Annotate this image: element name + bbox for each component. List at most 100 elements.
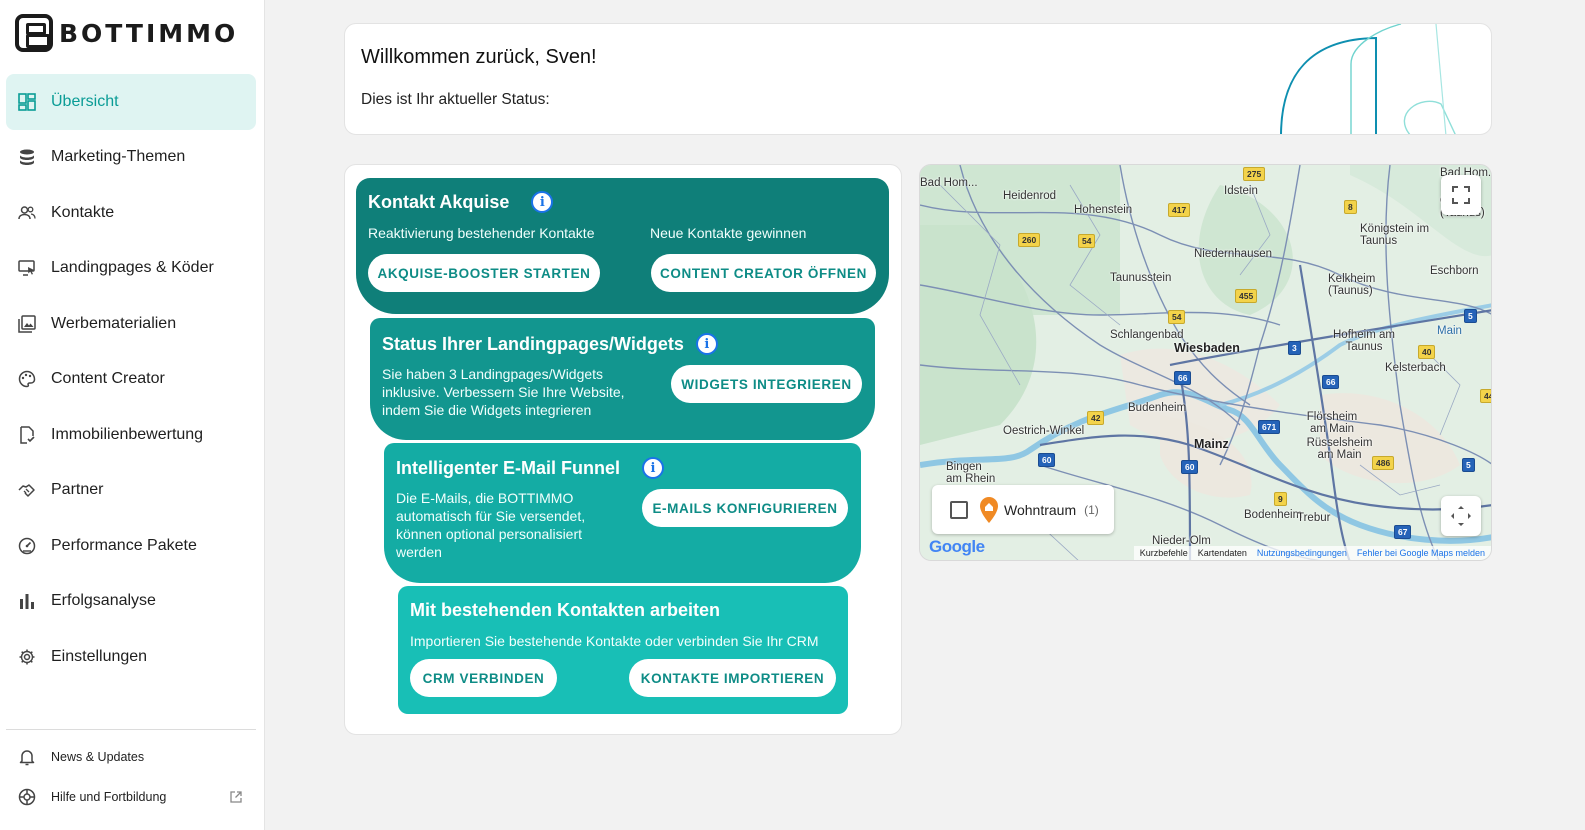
- people-icon: [18, 204, 36, 222]
- content-creator-button[interactable]: CONTENT CREATOR ÖFFNEN: [651, 254, 876, 292]
- sidebar-item-label: Partner: [51, 481, 104, 499]
- info-icon[interactable]: i: [642, 457, 665, 479]
- sidebar-item-kontakte[interactable]: Kontakte: [6, 185, 256, 241]
- map-data-link[interactable]: Kartendaten: [1198, 548, 1247, 558]
- news-label: News & Updates: [51, 750, 145, 764]
- handshake-icon: [18, 481, 36, 499]
- emails-configure-button[interactable]: E-MAILS KONFIGURIEREN: [642, 489, 848, 527]
- map-report-link[interactable]: Fehler bei Google Maps melden: [1357, 548, 1485, 558]
- map-place-label: Idstein: [1224, 185, 1258, 197]
- step-text: Sie haben 3 Landingpages/Widgets inklusi…: [382, 366, 625, 418]
- map-place-label: Königstein im Taunus: [1360, 223, 1430, 247]
- step-title: Kontakt Akquise: [368, 191, 510, 212]
- sidebar-news-updates[interactable]: News & Updates: [18, 748, 243, 766]
- monitor-pointer-icon: [18, 259, 36, 277]
- bell-icon: [18, 748, 36, 766]
- sidebar-divider: [6, 729, 256, 730]
- sidebar-item-marketing-themen[interactable]: Marketing-Themen: [6, 130, 256, 186]
- map-place-label: Kelkheim (Taunus): [1328, 273, 1376, 297]
- widgets-integrate-button[interactable]: WIDGETS INTEGRIEREN: [671, 365, 862, 403]
- map-place-label: Hofheim am Taunus: [1333, 329, 1395, 353]
- database-icon: [18, 148, 36, 166]
- map-pin-icon: [980, 496, 998, 523]
- contacts-import-button[interactable]: KONTAKTE IMPORTIEREN: [629, 659, 836, 697]
- palette-icon: [18, 370, 36, 388]
- brand-logo[interactable]: BOTTIMMO: [15, 14, 238, 52]
- legend-label: Wohntraum: [1004, 501, 1077, 518]
- move-arrows-icon: [1451, 506, 1471, 526]
- dashboard-icon: [18, 92, 36, 111]
- google-logo: Google: [929, 537, 985, 556]
- gear-icon: [18, 648, 36, 666]
- sidebar-item-erfolgsanalyse[interactable]: Erfolgsanalyse: [6, 574, 256, 630]
- map-place-label: Kelsterbach: [1385, 362, 1446, 374]
- funnel-step-existing-contacts: Mit bestehenden Kontakten arbeiten Impor…: [398, 586, 848, 714]
- sidebar-item-label: Landingpages & Köder: [51, 259, 214, 277]
- image-gallery-icon: [18, 315, 36, 333]
- decorative-lines-icon: [1280, 24, 1456, 134]
- sidebar-item-label: Marketing-Themen: [51, 148, 186, 166]
- sidebar: BOTTIMMO Übersicht Marketing-Themen Kont…: [0, 0, 265, 830]
- sidebar-item-label: Werbematerialien: [51, 314, 177, 332]
- step-title: Status Ihrer Landingpages/Widgets: [382, 333, 684, 354]
- sidebar-item-uebersicht[interactable]: Übersicht: [6, 74, 256, 130]
- sidebar-item-einstellungen[interactable]: Einstellungen: [6, 629, 256, 685]
- funnel-step-landingpages-status: Status Ihrer Landingpages/Widgets i Sie …: [370, 318, 875, 440]
- sidebar-item-label: Kontakte: [51, 203, 115, 221]
- help-label: Hilfe und Fortbildung: [51, 790, 167, 804]
- akquise-booster-button[interactable]: AKQUISE-BOOSTER STARTEN: [368, 254, 600, 292]
- welcome-subtitle: Dies ist Ihr aktueller Status:: [361, 91, 550, 108]
- info-icon[interactable]: i: [695, 333, 718, 355]
- map-place-label: Rüsselsheim am Main: [1306, 437, 1373, 461]
- map-place-label: Main: [1437, 325, 1462, 337]
- sidebar-item-content-creator[interactable]: Content Creator: [6, 352, 256, 408]
- step-title: Intelligenter E-Mail Funnel: [396, 457, 621, 478]
- map-legend[interactable]: Wohntraum (1): [932, 485, 1114, 534]
- external-link-icon: [229, 790, 243, 804]
- map-place-label: Wiesbaden: [1174, 341, 1240, 355]
- sidebar-item-partner[interactable]: Partner: [6, 463, 256, 519]
- step-title: Mit bestehenden Kontakten arbeiten: [410, 600, 721, 620]
- legend-count: (1): [1084, 502, 1099, 517]
- map-attribution: Kurzbefehle Kartendaten Nutzungsbedingun…: [1133, 546, 1491, 560]
- step-text: Importieren Sie bestehende Kontakte oder…: [410, 633, 819, 649]
- bar-chart-icon: [18, 592, 36, 610]
- map-place-label: Niedernhausen: [1194, 248, 1273, 260]
- map-camera-control-button[interactable]: [1441, 496, 1481, 536]
- map-place-label: Bad Hom...: [920, 177, 978, 189]
- sidebar-item-performance-pakete[interactable]: Performance Pakete: [6, 518, 256, 574]
- map-shortcuts-link[interactable]: Kurzbefehle: [1140, 548, 1188, 558]
- map-place-label: Eschborn: [1430, 265, 1479, 277]
- map-place-label: Bodenheim: [1244, 509, 1303, 521]
- sidebar-item-label: Content Creator: [51, 370, 165, 388]
- welcome-card: Willkommen zurück, Sven! Dies ist Ihr ak…: [344, 23, 1492, 135]
- lifebuoy-icon: [18, 788, 36, 806]
- funnel-step-email-funnel: Intelligenter E-Mail Funnel i Die E-Mail…: [384, 443, 861, 583]
- sidebar-item-label: Erfolgsanalyse: [51, 592, 156, 610]
- sidebar-help-training[interactable]: Hilfe und Fortbildung: [18, 788, 243, 806]
- legend-checkbox[interactable]: [950, 500, 968, 519]
- sidebar-nav: Übersicht Marketing-Themen Kontakte Land…: [6, 74, 256, 685]
- funnel-step-contact-acquisition: Kontakt Akquise i Reaktivierung bestehen…: [356, 178, 889, 314]
- document-check-icon: [18, 426, 36, 444]
- map-widget[interactable]: Bad Hom... Heidenrod Idstein Hohenstein …: [919, 164, 1492, 561]
- sidebar-item-landingpages[interactable]: Landingpages & Köder: [6, 241, 256, 297]
- map-place-label: Trebur: [1297, 512, 1331, 524]
- crm-connect-button[interactable]: CRM VERBINDEN: [410, 659, 557, 697]
- info-icon[interactable]: i: [531, 191, 554, 213]
- map-place-label: Taunusstein: [1110, 272, 1172, 284]
- map-place-label: Flörsheim am Main: [1306, 411, 1358, 435]
- sidebar-item-label: Übersicht: [51, 92, 119, 110]
- sidebar-item-immobilienbewertung[interactable]: Immobilienbewertung: [6, 407, 256, 463]
- map-place-label: Schlangenbad: [1110, 329, 1184, 341]
- speedometer-icon: [18, 537, 36, 555]
- map-place-label: Heidenrod: [1003, 190, 1057, 202]
- map-terms-link[interactable]: Nutzungsbedingungen: [1257, 548, 1347, 558]
- sidebar-item-label: Einstellungen: [51, 647, 148, 665]
- step-right-text: Neue Kontakte gewinnen: [650, 225, 807, 241]
- sidebar-item-werbematerialien[interactable]: Werbematerialien: [6, 296, 256, 352]
- map-place-label: Bingen am Rhein: [946, 461, 996, 485]
- map-fullscreen-button[interactable]: [1441, 175, 1481, 215]
- step-left-text: Reaktivierung bestehender Kontakte: [368, 225, 595, 241]
- sidebar-item-label: Performance Pakete: [51, 536, 197, 554]
